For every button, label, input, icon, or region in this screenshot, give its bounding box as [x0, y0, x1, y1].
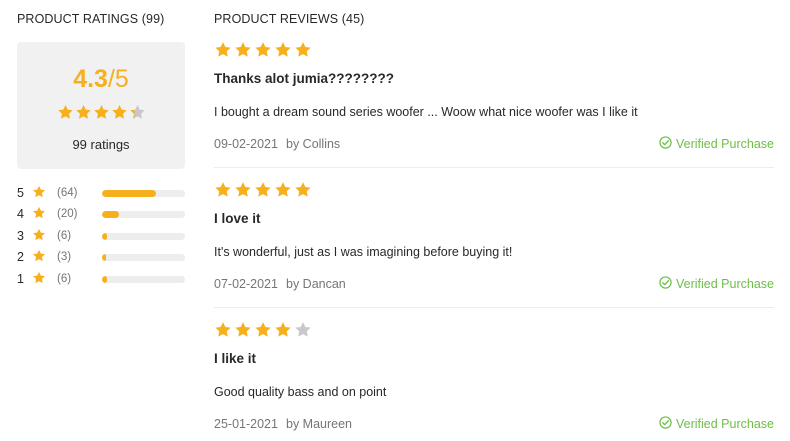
distribution-row-2[interactable]: 2 (3): [17, 249, 185, 265]
distribution-stars: 4: [17, 207, 24, 221]
star-icon: [254, 41, 272, 59]
verified-label: Verified Purchase: [676, 277, 774, 291]
star-icon: [234, 41, 252, 59]
distribution-bar-fill: [102, 233, 108, 240]
distribution-bar: [102, 276, 185, 283]
review-card: I like it Good quality bass and on point…: [214, 321, 774, 441]
divider: [214, 167, 774, 168]
star-icon: [32, 228, 46, 242]
check-circle-icon: [659, 416, 672, 432]
star-icon: [274, 321, 292, 339]
distribution-count: (6): [57, 273, 72, 285]
distribution-count: (3): [57, 251, 72, 263]
star-icon: [274, 181, 292, 199]
average-stars: [17, 104, 185, 122]
star-icon: [75, 104, 92, 121]
review-body: It's wonderful, just as I was imagining …: [214, 245, 513, 259]
star-icon: [32, 206, 46, 220]
verified-purchase-badge: Verified Purchase: [659, 416, 774, 432]
distribution-bar-fill: [102, 211, 119, 218]
star-icon: [32, 271, 46, 285]
review-body: Good quality bass and on point: [214, 385, 387, 399]
star-icon: [129, 104, 146, 121]
review-body: I bought a dream sound series woofer ...…: [214, 105, 638, 119]
verified-label: Verified Purchase: [676, 137, 774, 151]
star-icon: [111, 104, 128, 121]
star-icon: [234, 181, 252, 199]
review-date: 25-01-2021: [214, 417, 278, 431]
distribution-bar: [102, 233, 185, 240]
review-author: by Collins: [286, 137, 341, 151]
distribution-bar-fill: [102, 276, 108, 283]
review-title: I love it: [214, 211, 261, 226]
star-icon: [294, 181, 312, 199]
star-icon: [214, 321, 232, 339]
review-title: Thanks alot jumia????????: [214, 71, 394, 86]
distribution-bar: [102, 190, 185, 197]
distribution-bar: [102, 254, 185, 261]
distribution-bar-fill: [102, 190, 156, 197]
verified-purchase-badge: Verified Purchase: [659, 136, 774, 152]
distribution-count: (64): [57, 187, 78, 199]
ratings-title: PRODUCT RATINGS (99): [17, 12, 165, 26]
check-circle-icon: [659, 136, 672, 152]
review-author: by Dancan: [286, 277, 346, 291]
distribution-stars: 2: [17, 250, 24, 264]
star-icon: [57, 104, 74, 121]
distribution-count: (6): [57, 230, 72, 242]
review-date: 09-02-2021: [214, 137, 278, 151]
ratings-summary-box: 4.3/5 99 ratings: [17, 42, 185, 169]
review-card: Thanks alot jumia???????? I bought a dre…: [214, 41, 774, 181]
star-icon: [294, 41, 312, 59]
verified-purchase-badge: Verified Purchase: [659, 276, 774, 292]
star-icon: [32, 185, 46, 199]
check-circle-icon: [659, 276, 672, 292]
distribution-row-1[interactable]: 1 (6): [17, 271, 185, 287]
review-card: I love it It's wonderful, just as I was …: [214, 181, 774, 321]
reviews-title: PRODUCT REVIEWS (45): [214, 12, 365, 26]
review-stars: [214, 181, 312, 199]
average-rating: 4.3/5: [17, 65, 185, 94]
review-title: I like it: [214, 351, 257, 366]
distribution-stars: 5: [17, 186, 24, 200]
distribution-stars: 3: [17, 229, 24, 243]
review-date: 07-02-2021: [214, 277, 278, 291]
ratings-count: 99 ratings: [72, 137, 130, 152]
star-icon: [214, 41, 232, 59]
star-icon: [32, 249, 46, 263]
star-icon: [234, 321, 252, 339]
divider: [214, 307, 774, 308]
distribution-stars: 1: [17, 272, 24, 286]
distribution-count: (20): [57, 208, 78, 220]
distribution-bar-fill: [102, 254, 107, 261]
review-stars: [214, 41, 312, 59]
star-icon: [93, 104, 110, 121]
star-icon: [294, 321, 312, 339]
distribution-row-5[interactable]: 5 (64): [17, 185, 185, 201]
distribution-row-4[interactable]: 4 (20): [17, 206, 185, 222]
verified-label: Verified Purchase: [676, 417, 774, 431]
star-icon: [254, 181, 272, 199]
star-icon: [214, 181, 232, 199]
star-icon: [274, 41, 292, 59]
distribution-bar: [102, 211, 185, 218]
star-icon: [254, 321, 272, 339]
distribution-row-3[interactable]: 3 (6): [17, 228, 185, 244]
review-author: by Maureen: [286, 417, 353, 431]
average-rating-max: /5: [107, 65, 129, 93]
average-rating-value: 4.3: [73, 65, 108, 93]
review-stars: [214, 321, 312, 339]
